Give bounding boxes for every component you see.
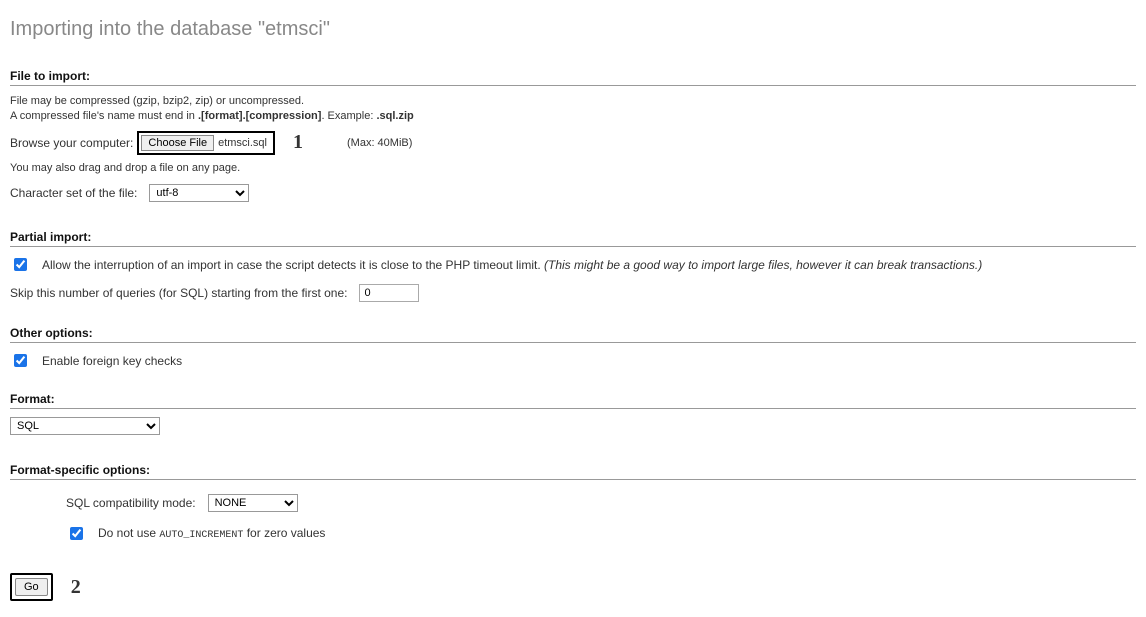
file-note-2a: A compressed file's name must end in — [10, 110, 198, 122]
page-title: Importing into the database "etmsci" — [10, 18, 1136, 41]
section-format-heading: Format: — [10, 392, 1136, 409]
noauto-b: for zero values — [243, 526, 325, 540]
format-row: SQL — [10, 417, 1136, 435]
file-note-1: File may be compressed (gzip, bzip2, zip… — [10, 94, 1136, 109]
file-note-2: A compressed file's name must end in .[f… — [10, 109, 1136, 124]
noauto-code: AUTO_INCREMENT — [159, 530, 243, 541]
fk-label: Enable foreign key checks — [42, 354, 182, 368]
go-button[interactable]: Go — [15, 578, 48, 596]
annotation-marker-2: 2 — [71, 576, 81, 599]
section-fso-heading: Format-specific options: — [10, 463, 1136, 480]
noauto-row: Do not use AUTO_INCREMENT for zero value… — [10, 524, 1136, 543]
charset-row: Character set of the file: utf-8 — [10, 184, 1136, 202]
go-button-highlight: Go — [10, 573, 53, 601]
allow-interrupt-text: Allow the interruption of an import in c… — [42, 258, 544, 272]
chosen-file-name: etmsci.sql — [214, 137, 271, 149]
compat-row: SQL compatibility mode: NONE — [10, 494, 1136, 512]
file-note-2b: .[format].[compression] — [198, 110, 321, 122]
allow-interrupt-row: Allow the interruption of an import in c… — [10, 255, 1136, 274]
noauto-checkbox[interactable] — [70, 527, 83, 540]
section-file-heading: File to import: — [10, 69, 1136, 86]
browse-row: Browse your computer: Choose File etmsci… — [10, 131, 1136, 155]
compat-select[interactable]: NONE — [208, 494, 298, 512]
fk-row: Enable foreign key checks — [10, 351, 1136, 370]
format-select[interactable]: SQL — [10, 417, 160, 435]
charset-select[interactable]: utf-8 — [149, 184, 249, 202]
charset-label: Character set of the file: — [10, 186, 137, 200]
file-note-2d: .sql.zip — [376, 110, 413, 122]
allow-interrupt-checkbox[interactable] — [14, 258, 27, 271]
footer-row: Go 2 — [10, 573, 1136, 601]
max-size-label: (Max: 40MiB) — [347, 137, 412, 149]
noauto-label: Do not use AUTO_INCREMENT for zero value… — [98, 526, 325, 541]
annotation-marker-1: 1 — [293, 131, 303, 154]
choose-file-button[interactable]: Choose File — [141, 135, 214, 151]
file-note-2c: . Example: — [321, 110, 376, 122]
section-partial-heading: Partial import: — [10, 230, 1136, 247]
allow-interrupt-hint: (This might be a good way to import larg… — [544, 258, 982, 272]
skip-count-input[interactable] — [359, 284, 419, 302]
drag-drop-note: You may also drag and drop a file on any… — [10, 161, 1136, 176]
file-picker-highlight: Choose File etmsci.sql — [137, 131, 275, 155]
browse-label: Browse your computer: — [10, 136, 133, 150]
allow-interrupt-label: Allow the interruption of an import in c… — [42, 258, 982, 272]
compat-label: SQL compatibility mode: — [66, 496, 196, 510]
section-other-heading: Other options: — [10, 326, 1136, 343]
skip-row: Skip this number of queries (for SQL) st… — [10, 284, 1136, 302]
noauto-a: Do not use — [98, 526, 159, 540]
skip-label: Skip this number of queries (for SQL) st… — [10, 286, 347, 300]
fk-checkbox[interactable] — [14, 354, 27, 367]
